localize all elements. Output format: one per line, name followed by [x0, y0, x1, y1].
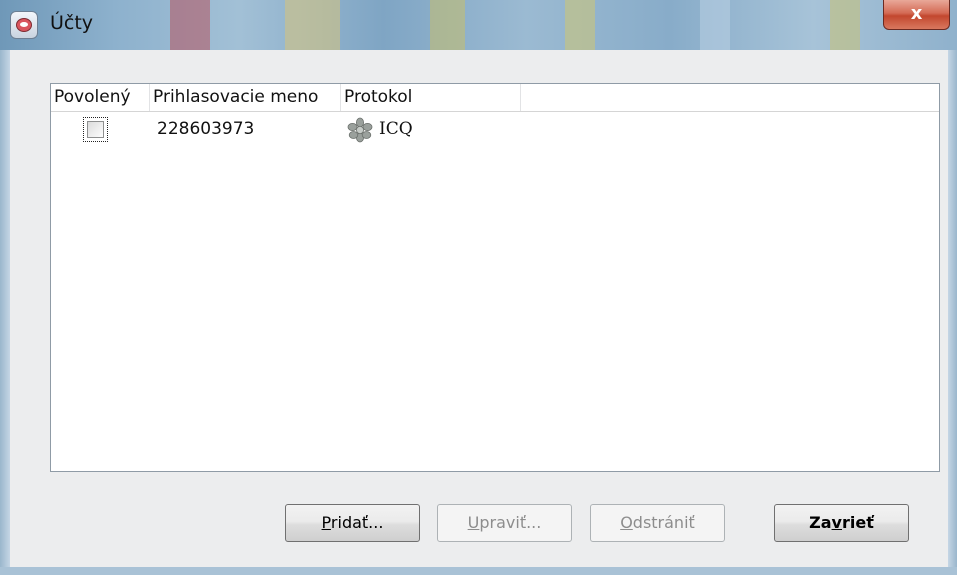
column-header-protocol[interactable]: Protokol	[341, 84, 521, 111]
icq-flower-icon	[347, 117, 373, 143]
add-account-button[interactable]: Pridať...	[285, 504, 420, 542]
edit-account-button[interactable]: Upraviť...	[437, 504, 572, 542]
add-mnemonic: P	[321, 513, 331, 532]
titlebar-deco	[285, 0, 340, 50]
account-enabled-checkbox[interactable]	[83, 117, 108, 142]
dialog-client-area: Povolený Prihlasovacie meno Protokol 228…	[10, 50, 948, 567]
add-label: ridať...	[330, 513, 384, 532]
titlebar-deco	[700, 0, 730, 50]
titlebar-deco	[430, 0, 465, 50]
account-row[interactable]: 228603973 ICQ	[51, 112, 939, 148]
window-right-border	[948, 50, 957, 575]
remove-label: dstrániť	[632, 513, 695, 532]
column-header-username[interactable]: Prihlasovacie meno	[150, 84, 341, 111]
title-bar[interactable]: Účty x	[0, 0, 957, 50]
window-left-border	[0, 50, 10, 575]
column-header-enabled[interactable]: Povolený	[51, 84, 150, 111]
accounts-list-header: Povolený Prihlasovacie meno Protokol	[51, 84, 939, 112]
accounts-list[interactable]: Povolený Prihlasovacie meno Protokol 228…	[50, 83, 940, 472]
accounts-window: Účty x Povolený Prihlasovacie meno Proto…	[0, 0, 957, 575]
account-protocol: ICQ	[379, 119, 413, 139]
close-mnemonic: v	[831, 513, 842, 532]
close-label-pre: Za	[809, 513, 832, 532]
titlebar-deco	[565, 0, 595, 50]
edit-mnemonic: U	[467, 513, 480, 532]
close-label: rieť	[841, 513, 874, 532]
window-title: Účty	[50, 12, 94, 34]
window-bottom-border	[0, 567, 957, 575]
remove-mnemonic: O	[620, 513, 633, 532]
pidgin-app-icon[interactable]	[10, 11, 38, 39]
edit-label: praviť...	[479, 513, 542, 532]
checkbox-box	[87, 121, 104, 138]
titlebar-deco	[830, 0, 860, 50]
account-username: 228603973	[157, 119, 255, 139]
window-close-button[interactable]: x	[883, 0, 950, 30]
titlebar-deco	[170, 0, 210, 50]
close-dialog-button[interactable]: Zavrieť	[774, 504, 909, 542]
remove-account-button[interactable]: Odstrániť	[590, 504, 725, 542]
